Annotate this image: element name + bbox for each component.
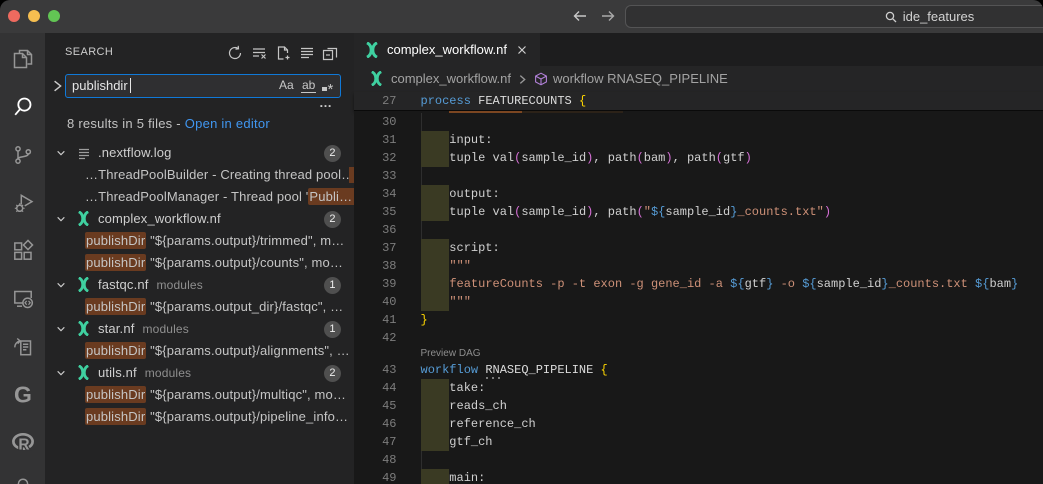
svg-text:R: R [18,436,29,453]
svg-text:G: G [14,382,32,408]
